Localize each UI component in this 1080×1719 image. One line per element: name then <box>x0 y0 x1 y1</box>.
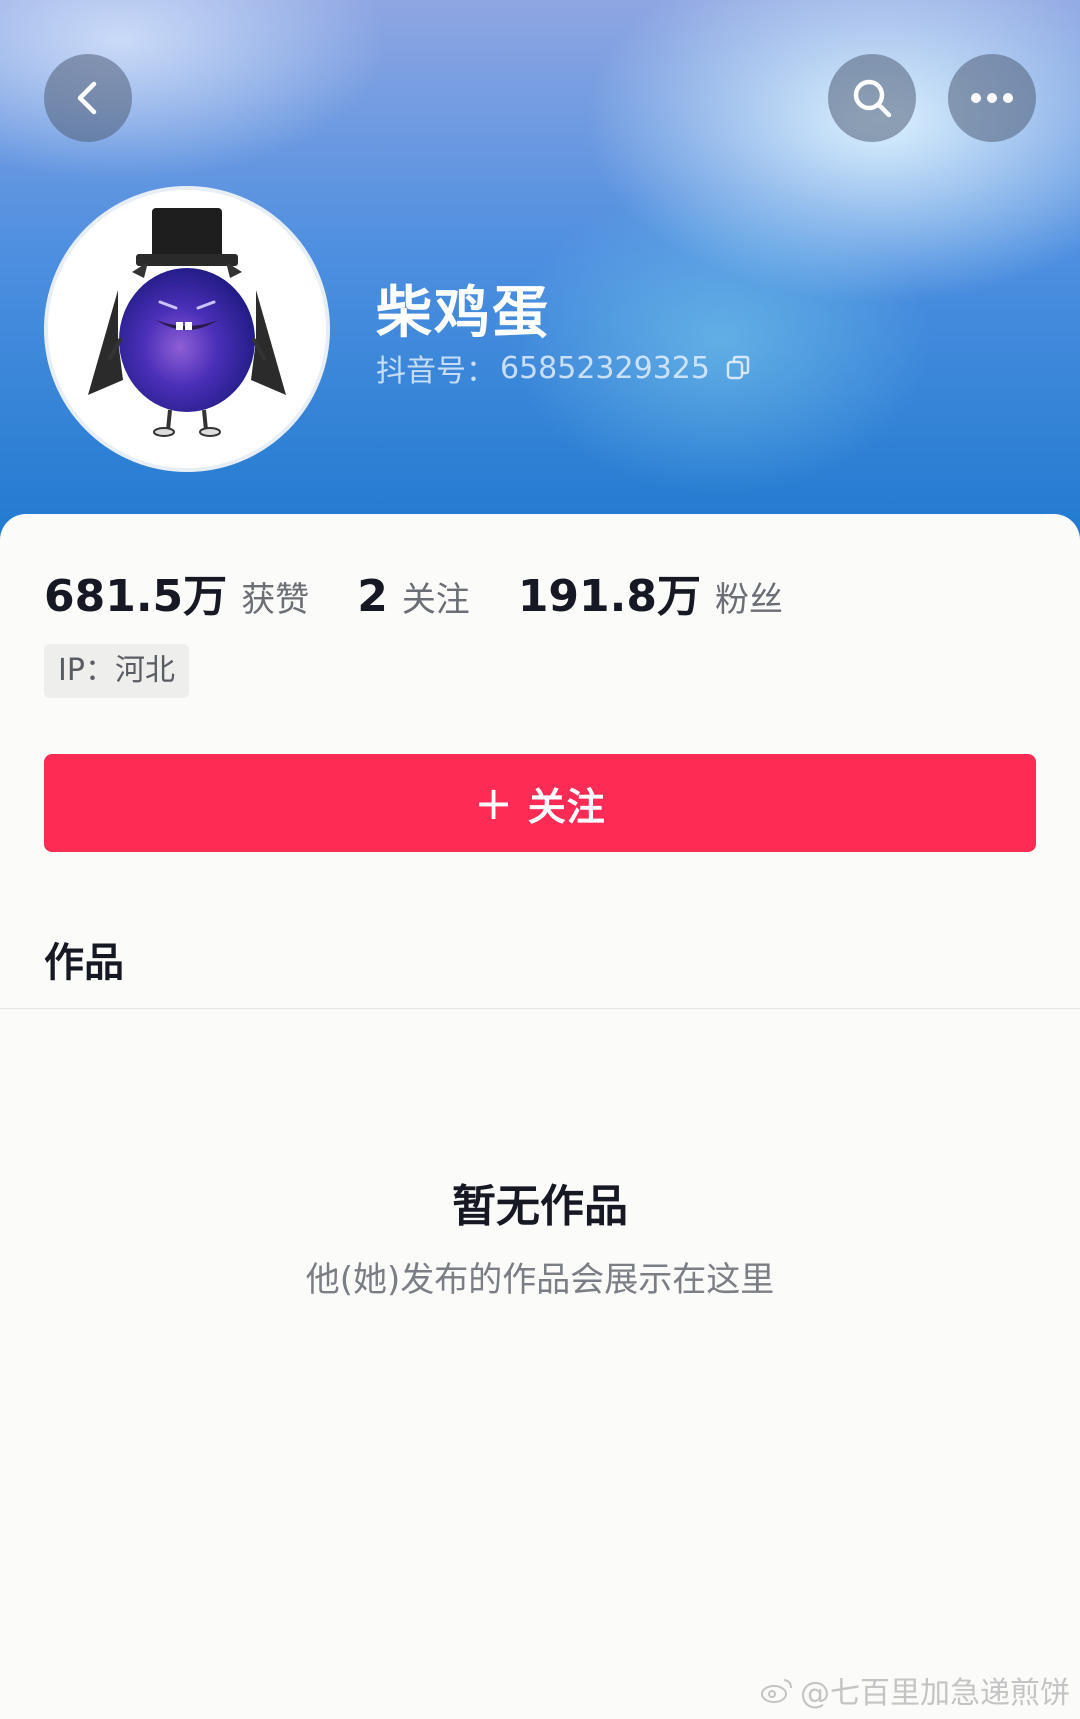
account-id: 65852329325 <box>500 350 710 386</box>
likes-label: 获赞 <box>241 580 310 620</box>
follow-button-label: 关注 <box>527 784 606 829</box>
profile-name: 柴鸡蛋 <box>376 281 550 346</box>
following-label[interactable]: 关注 <box>402 572 470 621</box>
plus-icon: + <box>474 776 514 830</box>
avatar[interactable] <box>44 186 330 472</box>
watermark-text: @七百里加急递煎饼 <box>800 1676 1070 1711</box>
followers-label[interactable]: 粉丝 <box>715 572 783 621</box>
tab-divider <box>0 1008 1080 1009</box>
ellipsis-icon <box>971 93 1013 103</box>
empty-state-subtitle: 他(她)发布的作品会展示在这里 <box>305 1260 775 1300</box>
search-icon <box>853 79 892 118</box>
likes-count: 681.5万 <box>44 571 228 622</box>
copy-icon[interactable] <box>724 354 752 382</box>
eggplant-monster-avatar <box>48 190 326 468</box>
empty-state-title: 暂无作品 <box>452 1181 628 1232</box>
more-button[interactable] <box>948 54 1036 142</box>
ip-location-tag: IP：河北 <box>44 644 189 698</box>
followers-count[interactable]: 191.8万 <box>518 560 701 624</box>
chevron-left-icon <box>77 81 97 115</box>
back-button[interactable] <box>44 54 132 142</box>
tab-works[interactable]: 作品 <box>44 930 124 988</box>
follow-button[interactable]: + 关注 <box>44 754 1036 852</box>
account-id-row[interactable]: 抖音号： 65852329325 <box>376 346 752 390</box>
search-button[interactable] <box>828 54 916 142</box>
stats-row: 681.5万 获赞 2 关注 191.8万 粉丝 <box>44 560 831 624</box>
weibo-logo-icon <box>761 1679 792 1703</box>
following-count[interactable]: 2 <box>357 571 388 622</box>
account-label: 抖音号： <box>376 354 496 389</box>
watermark: @七百里加急递煎饼 <box>760 1668 1070 1712</box>
